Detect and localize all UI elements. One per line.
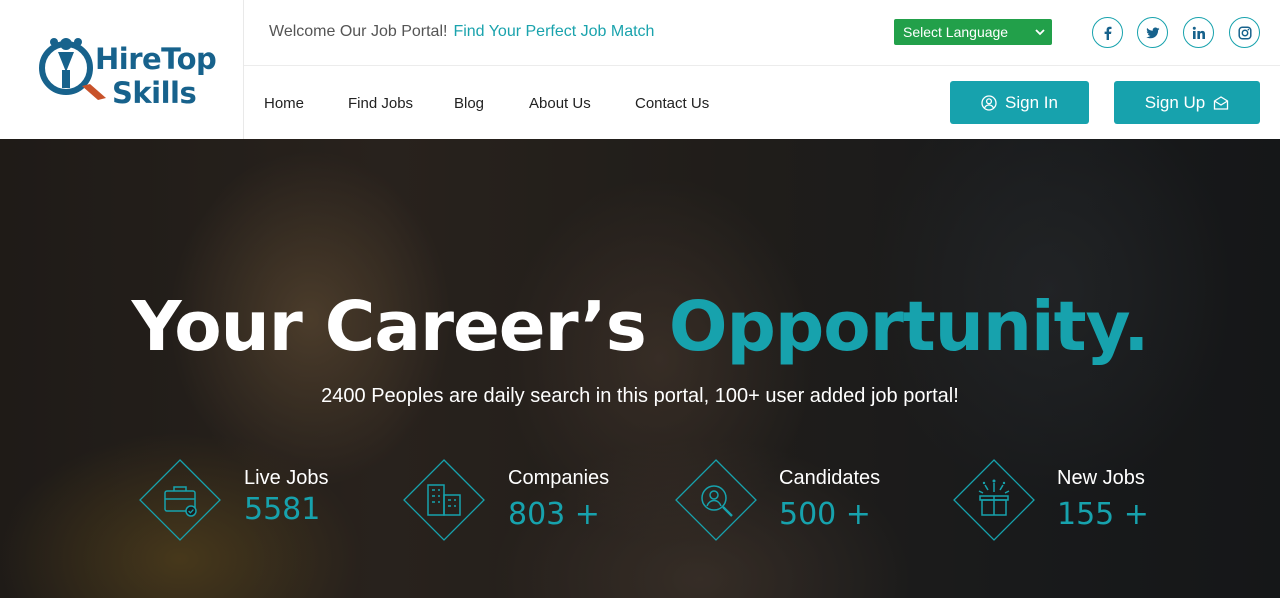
top-bar: Welcome Our Job Portal! Find Your Perfect…	[244, 0, 1280, 66]
site-header: HireTop Skills Welcome Our Job Portal! Fi…	[0, 0, 1280, 139]
tagline-text: Find Your Perfect Job Match	[453, 23, 655, 40]
stat-value: 803 +	[508, 497, 600, 532]
language-select[interactable]: Select Language	[894, 19, 1052, 45]
hero-banner: Your Career’s Opportunity. 2400 Peoples …	[0, 139, 1280, 598]
chevron-down-icon	[1035, 29, 1045, 36]
logo-text-line1: HireTop	[95, 42, 217, 76]
sign-up-label: Sign Up	[1144, 92, 1206, 112]
stat-new-jobs: New Jobs 155 +	[953, 459, 1193, 541]
nav-home[interactable]: Home	[264, 95, 304, 112]
stat-label: New Jobs	[1057, 467, 1145, 489]
nav-blog[interactable]: Blog	[454, 95, 484, 112]
welcome-text: Welcome Our Job Portal!	[269, 23, 448, 40]
facebook-icon	[1104, 26, 1111, 40]
stat-value: 5581	[244, 492, 321, 527]
gift-box-icon	[953, 459, 1035, 541]
logo[interactable]: HireTop Skills	[0, 0, 244, 139]
stat-label: Companies	[508, 467, 610, 489]
stat-companies: Companies 803 +	[403, 459, 643, 541]
sign-in-label: Sign In	[1005, 92, 1058, 112]
user-icon	[981, 94, 997, 111]
nav-about-us[interactable]: About Us	[529, 95, 591, 112]
sign-in-button[interactable]: Sign In	[950, 81, 1089, 124]
welcome-message: Welcome Our Job Portal! Find Your Perfect…	[269, 23, 654, 41]
briefcase-icon	[139, 459, 221, 541]
stat-live-jobs: Live Jobs 5581	[139, 459, 359, 541]
hero-title-main: Your Career’s	[131, 287, 647, 367]
hero-title-accent: Opportunity.	[668, 287, 1150, 367]
stat-value: 500 +	[779, 497, 871, 532]
stat-label: Candidates	[779, 467, 881, 489]
language-select-value: Select Language	[903, 24, 1009, 40]
hero-subtitle: 2400 Peoples are daily search in this po…	[321, 385, 959, 407]
logo-text-line2: Skills	[112, 76, 197, 110]
instagram-link[interactable]	[1229, 17, 1260, 48]
twitter-icon	[1145, 27, 1159, 38]
nav-find-jobs[interactable]: Find Jobs	[348, 95, 413, 112]
sign-up-button[interactable]: Sign Up	[1114, 81, 1260, 124]
candidate-search-icon	[675, 459, 757, 541]
stat-value: 155 +	[1057, 497, 1149, 532]
stat-candidates: Candidates 500 +	[675, 459, 915, 541]
building-icon	[403, 459, 485, 541]
twitter-link[interactable]	[1137, 17, 1168, 48]
stat-label: Live Jobs	[244, 467, 329, 489]
envelope-open-icon	[1214, 95, 1229, 110]
hero-title: Your Career’s Opportunity.	[0, 287, 1280, 367]
instagram-icon	[1237, 25, 1252, 40]
facebook-link[interactable]	[1092, 17, 1123, 48]
nav-contact-us[interactable]: Contact Us	[635, 95, 709, 112]
linkedin-link[interactable]	[1183, 17, 1214, 48]
linkedin-icon	[1192, 26, 1205, 39]
